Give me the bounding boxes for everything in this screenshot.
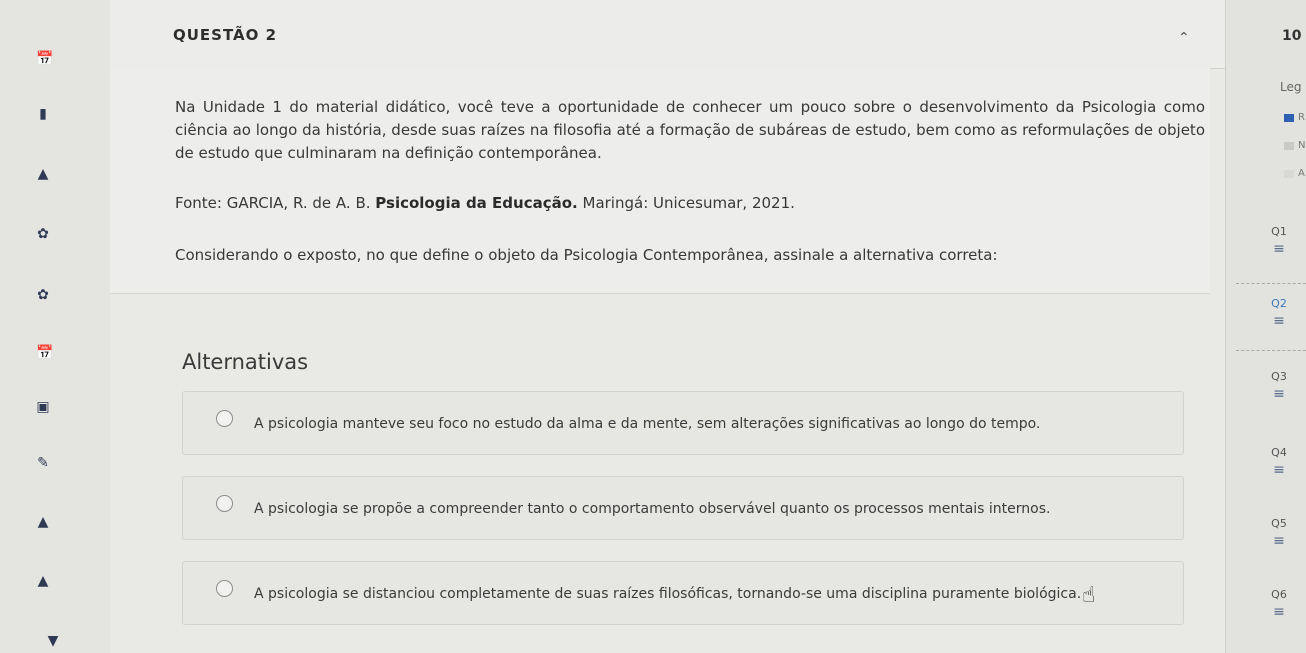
- question-header[interactable]: QUESTÃO 2 ⌃: [110, 0, 1225, 69]
- question-nav-label: Q3: [1271, 370, 1287, 383]
- graduation-cap-icon[interactable]: ▲: [36, 167, 50, 181]
- graduation-cap-icon[interactable]: ▲: [36, 515, 50, 529]
- question-navigator-panel: 10 Leg R N A Q1 ≡ Q2 ≡ Q3 ≡ Q4 ≡ Q5 ≡ Q6…: [1225, 0, 1306, 653]
- basket-icon[interactable]: ▼: [46, 634, 60, 648]
- legend-swatch-answered: [1284, 114, 1294, 122]
- leaf-icon[interactable]: ✿: [36, 288, 50, 302]
- alternative-option-a[interactable]: A psicologia manteve seu foco no estudo …: [182, 391, 1184, 455]
- leaf-icon[interactable]: ✿: [36, 227, 50, 241]
- alternatives-heading: Alternativas: [182, 350, 309, 374]
- alternative-text: A psicologia se distanciou completamente…: [254, 586, 1082, 602]
- question-nav-label: Q1: [1271, 225, 1287, 238]
- divider: [1236, 350, 1306, 351]
- list-icon: ≡: [1273, 533, 1285, 549]
- question-nav-label: Q2: [1271, 297, 1287, 310]
- question-nav-label: Q4: [1271, 446, 1287, 459]
- question-nav-q4[interactable]: Q4 ≡: [1261, 446, 1297, 477]
- book-icon[interactable]: ▮: [36, 107, 50, 121]
- legend-label: Leg: [1280, 80, 1302, 94]
- question-nav-q5[interactable]: Q5 ≡: [1261, 517, 1297, 548]
- list-icon: ≡: [1273, 313, 1285, 329]
- graduation-cap-icon[interactable]: ▲: [36, 574, 50, 588]
- alternative-text: A psicologia se propõe a compreender tan…: [254, 501, 1051, 517]
- source-prefix: Fonte: GARCIA, R. de A. B.: [175, 194, 376, 212]
- legend-text: N: [1298, 140, 1306, 151]
- briefcase-icon[interactable]: ▣: [36, 400, 50, 414]
- question-nav-label: Q6: [1271, 588, 1287, 601]
- legend-text: R: [1298, 112, 1305, 123]
- legend-swatch-other: [1284, 170, 1294, 178]
- pencil-icon[interactable]: ✎: [36, 456, 50, 470]
- source-suffix: Maringá: Unicesumar, 2021.: [577, 194, 795, 212]
- question-nav-q3[interactable]: Q3 ≡: [1261, 370, 1297, 401]
- radio-button[interactable]: [216, 580, 233, 597]
- legend-swatch-unanswered: [1284, 142, 1294, 150]
- radio-button[interactable]: [216, 495, 233, 512]
- divider: [1236, 283, 1306, 284]
- question-nav-q1[interactable]: Q1 ≡: [1261, 225, 1297, 256]
- list-icon: ≡: [1273, 604, 1285, 620]
- alternative-text: A psicologia manteve seu foco no estudo …: [254, 416, 1041, 432]
- calendar-icon[interactable]: 📅: [36, 346, 53, 360]
- list-icon: ≡: [1273, 386, 1285, 402]
- question-main: QUESTÃO 2 ⌃ Na Unidade 1 do material did…: [110, 0, 1225, 653]
- calendar-icon[interactable]: 📅: [36, 52, 53, 66]
- alternative-option-b[interactable]: A psicologia se propõe a compreender tan…: [182, 476, 1184, 540]
- score-value: 10: [1282, 28, 1302, 44]
- question-prompt: Considerando o exposto, no que define o …: [175, 246, 998, 264]
- alternative-option-c[interactable]: A psicologia se distanciou completamente…: [182, 561, 1184, 625]
- list-icon: ≡: [1273, 241, 1285, 257]
- source-title: Psicologia da Educação.: [375, 194, 578, 212]
- legend-text: A: [1298, 168, 1305, 179]
- question-nav-label: Q5: [1271, 517, 1287, 530]
- question-source: Fonte: GARCIA, R. de A. B. Psicologia da…: [175, 194, 795, 212]
- question-nav-q2[interactable]: Q2 ≡: [1261, 297, 1297, 328]
- question-body: Na Unidade 1 do material didático, você …: [110, 68, 1210, 294]
- question-stem: Na Unidade 1 do material didático, você …: [175, 98, 1205, 162]
- chevron-up-icon[interactable]: ⌃: [1178, 30, 1190, 46]
- radio-button[interactable]: [216, 410, 233, 427]
- hand-cursor-icon: ☝: [1082, 583, 1096, 608]
- left-navigation-rail: 📅 ▮ ▲ ✿ ✿ 📅 ▣ ✎ ▲ ▲ ▼: [0, 0, 110, 653]
- question-title: QUESTÃO 2: [173, 26, 278, 44]
- list-icon: ≡: [1273, 462, 1285, 478]
- question-nav-q6[interactable]: Q6 ≡: [1261, 588, 1297, 619]
